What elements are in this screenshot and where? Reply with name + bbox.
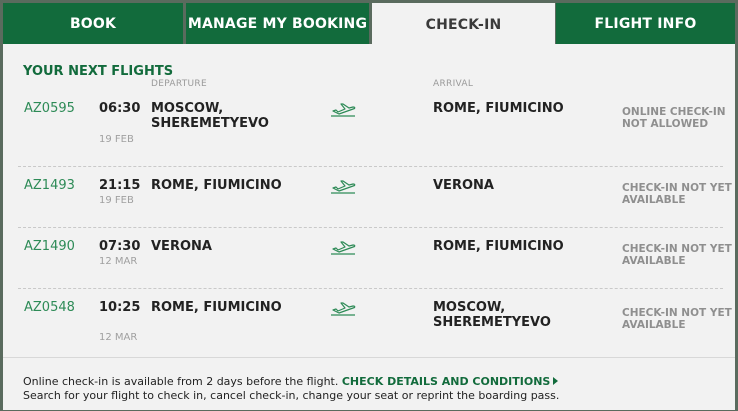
- check-in-status: CHECK-IN NOT YET AVAILABLE: [622, 182, 732, 206]
- tab-check-in[interactable]: CHECK-IN: [372, 3, 555, 47]
- arrival-airport: ROME, FIUMICINO: [433, 101, 564, 116]
- arrival-airport: MOSCOW, SHEREMETYEVO: [433, 300, 551, 330]
- arrival-airport: ROME, FIUMICINO: [433, 239, 564, 254]
- check-details-link[interactable]: CHECK DETAILS AND CONDITIONS: [342, 375, 559, 388]
- flight-date: 12 MAR: [99, 332, 138, 343]
- check-in-panel: YOUR NEXT FLIGHTS DEPARTURE ARRIVAL AZ05…: [3, 44, 735, 410]
- flight-date: 19 FEB: [99, 134, 134, 145]
- departure-airport: VERONA: [151, 239, 212, 254]
- check-in-info-footer: Online check-in is available from 2 days…: [3, 357, 735, 411]
- arrow-right-icon: [553, 377, 559, 385]
- check-in-availability-text: Online check-in is available from 2 days…: [23, 375, 339, 388]
- flights-list: AZ0595 06:30 19 FEB MOSCOW, SHEREMETYEVO…: [18, 94, 732, 361]
- flight-number[interactable]: AZ0548: [24, 300, 75, 315]
- plane-takeoff-icon: [331, 241, 356, 255]
- check-in-status: CHECK-IN NOT YET AVAILABLE: [622, 307, 732, 331]
- flight-number[interactable]: AZ0595: [24, 101, 75, 116]
- plane-takeoff-icon: [331, 103, 356, 117]
- departure-column-header: DEPARTURE: [151, 79, 207, 89]
- departure-airport: ROME, FIUMICINO: [151, 178, 282, 193]
- check-in-status: CHECK-IN NOT YET AVAILABLE: [622, 243, 732, 267]
- tab-flight-info[interactable]: FLIGHT INFO: [556, 3, 735, 44]
- departure-airport: MOSCOW, SHEREMETYEVO: [151, 101, 269, 131]
- arrival-airport: VERONA: [433, 178, 494, 193]
- section-title: YOUR NEXT FLIGHTS: [23, 64, 174, 79]
- flight-date: 19 FEB: [99, 195, 134, 206]
- flight-row[interactable]: AZ0548 10:25 12 MAR ROME, FIUMICINO MOSC…: [18, 289, 732, 361]
- flight-row[interactable]: AZ1493 21:15 19 FEB ROME, FIUMICINO VERO…: [18, 167, 732, 227]
- arrival-column-header: ARRIVAL: [433, 79, 474, 89]
- departure-airport: ROME, FIUMICINO: [151, 300, 282, 315]
- tab-book[interactable]: BOOK: [3, 3, 183, 44]
- departure-time: 21:15: [99, 178, 141, 193]
- check-in-status: ONLINE CHECK-IN NOT ALLOWED: [622, 106, 726, 130]
- check-details-link-label[interactable]: CHECK DETAILS AND CONDITIONS: [342, 375, 551, 388]
- main-tabs: BOOK MANAGE MY BOOKING CHECK-IN FLIGHT I…: [3, 3, 735, 47]
- tab-manage-my-booking[interactable]: MANAGE MY BOOKING: [186, 3, 369, 44]
- flight-row[interactable]: AZ0595 06:30 19 FEB MOSCOW, SHEREMETYEVO…: [18, 94, 726, 166]
- departure-time: 06:30: [99, 101, 141, 116]
- plane-takeoff-icon: [331, 302, 356, 316]
- check-in-help-text: Search for your flight to check in, canc…: [23, 389, 560, 402]
- flight-date: 12 MAR: [99, 256, 138, 267]
- flight-number[interactable]: AZ1493: [24, 178, 75, 193]
- plane-takeoff-icon: [331, 180, 356, 194]
- flight-number[interactable]: AZ1490: [24, 239, 75, 254]
- departure-time: 10:25: [99, 300, 141, 315]
- check-in-info-line: Online check-in is available from 2 days…: [23, 375, 559, 388]
- departure-time: 07:30: [99, 239, 141, 254]
- flight-row[interactable]: AZ1490 07:30 12 MAR VERONA ROME, FIUMICI…: [18, 228, 732, 288]
